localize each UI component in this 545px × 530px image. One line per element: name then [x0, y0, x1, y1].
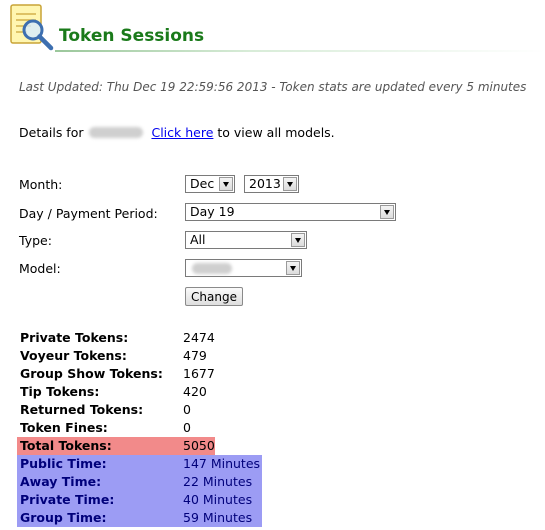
chevron-down-icon — [286, 261, 300, 275]
page-title: Token Sessions — [59, 26, 205, 46]
page-header: Token Sessions — [0, 0, 545, 54]
stat-label: Public Time: — [20, 456, 107, 471]
stat-row-group-time: Group Time: 59 Minutes — [17, 509, 262, 527]
stat-label: Private Time: — [20, 492, 115, 507]
stat-label: Token Fines: — [20, 420, 108, 435]
details-suffix: to view all models. — [217, 125, 335, 140]
day-select[interactable]: Day 19 — [185, 203, 396, 221]
day-label: Day / Payment Period: — [19, 206, 158, 221]
details-line: Details for Click here to view all model… — [19, 125, 335, 140]
stat-label: Returned Tokens: — [20, 402, 144, 417]
month-select-value: Dec — [190, 176, 215, 191]
stat-row-tip-tokens: Tip Tokens: 420 — [17, 383, 262, 401]
stat-label: Away Time: — [20, 474, 102, 489]
stat-row-private-tokens: Private Tokens: 2474 — [17, 329, 262, 347]
stat-value: 479 — [183, 348, 207, 363]
stat-row-private-time: Private Time: 40 Minutes — [17, 491, 262, 509]
stat-value: 420 — [183, 384, 207, 399]
type-select-value: All — [190, 232, 206, 247]
stat-value: 40 Minutes — [183, 492, 253, 507]
stat-value: 1677 — [183, 366, 215, 381]
stat-value: 0 — [183, 420, 191, 435]
stat-row-voyeur-tokens: Voyeur Tokens: 479 — [17, 347, 262, 365]
header-divider — [55, 50, 545, 52]
stat-label: Tip Tokens: — [20, 384, 100, 399]
notepad-magnifier-icon — [10, 4, 54, 51]
type-label: Type: — [19, 233, 52, 248]
stat-row-total-tokens: Total Tokens: 5050 — [17, 437, 215, 455]
stat-row-returned-tokens: Returned Tokens: 0 — [17, 401, 262, 419]
stat-row-group-show-tokens: Group Show Tokens: 1677 — [17, 365, 262, 383]
stat-value: 59 Minutes — [183, 510, 253, 525]
stat-value: 0 — [183, 402, 191, 417]
chevron-down-icon — [380, 205, 394, 219]
stat-label: Voyeur Tokens: — [20, 348, 127, 363]
stat-value: 2474 — [183, 330, 215, 345]
year-select[interactable]: 2013 — [244, 175, 299, 193]
stat-label: Group Show Tokens: — [20, 366, 163, 381]
stat-label: Private Tokens: — [20, 330, 129, 345]
details-prefix: Details for — [19, 125, 84, 140]
stat-value: 5050 — [183, 438, 215, 453]
redacted-model-value — [192, 263, 232, 274]
stat-label: Group Time: — [20, 510, 107, 525]
day-select-value: Day 19 — [190, 204, 235, 219]
view-all-models-link[interactable]: Click here — [151, 125, 213, 140]
stat-row-away-time: Away Time: 22 Minutes — [17, 473, 262, 491]
stat-row-public-time: Public Time: 147 Minutes — [17, 455, 262, 473]
stat-row-token-fines: Token Fines: 0 — [17, 419, 262, 437]
chevron-down-icon — [219, 177, 233, 191]
month-label: Month: — [19, 177, 63, 192]
model-select[interactable] — [185, 259, 302, 277]
year-select-value: 2013 — [249, 176, 281, 191]
stat-value: 22 Minutes — [183, 474, 253, 489]
redacted-model-name — [89, 127, 144, 138]
type-select[interactable]: All — [185, 231, 307, 249]
chevron-down-icon — [283, 177, 297, 191]
change-button[interactable]: Change — [185, 287, 243, 306]
stat-label: Total Tokens: — [20, 438, 112, 453]
chevron-down-icon — [291, 233, 305, 247]
last-updated-text: Last Updated: Thu Dec 19 22:59:56 2013 -… — [19, 80, 527, 94]
token-stats: Private Tokens: 2474 Voyeur Tokens: 479 … — [17, 329, 262, 527]
month-select[interactable]: Dec — [185, 175, 235, 193]
stat-value: 147 Minutes — [183, 456, 261, 471]
model-label: Model: — [19, 261, 61, 276]
